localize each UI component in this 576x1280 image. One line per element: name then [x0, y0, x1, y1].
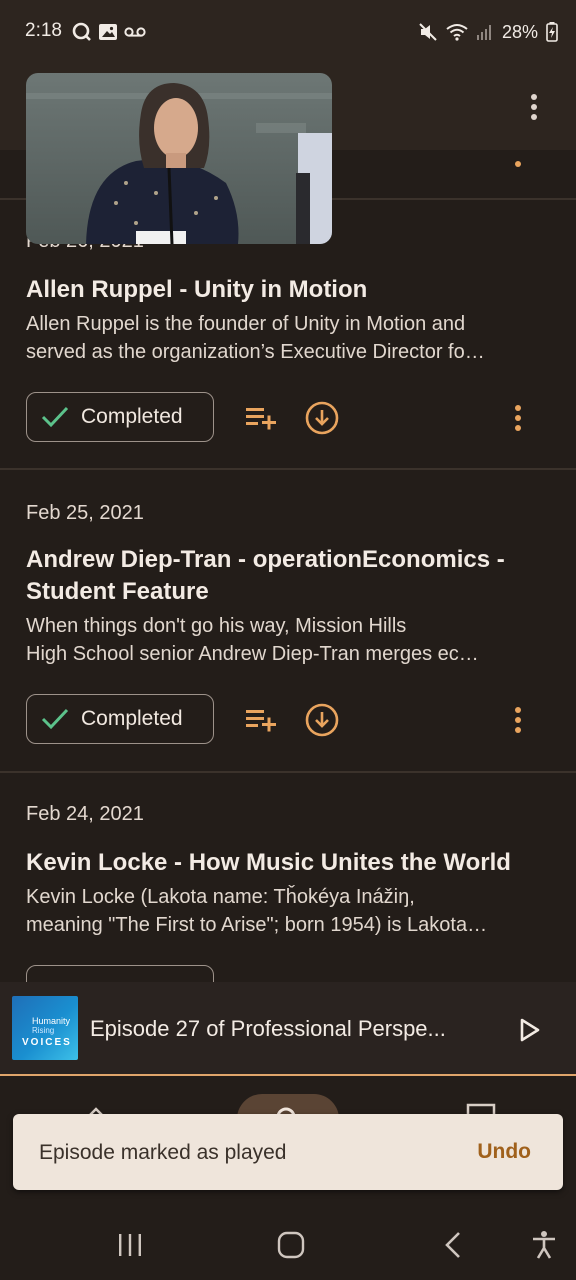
notification-icons	[72, 20, 146, 44]
wifi-icon	[446, 24, 468, 41]
episode-description-line: served as the organization’s Executive D…	[26, 341, 485, 363]
download-circle-icon	[305, 401, 339, 435]
completed-button[interactable]: Completed	[26, 694, 214, 744]
mini-player[interactable]: Humanity Rising VOICES Episode 27 of Pro…	[0, 982, 576, 1076]
mute-icon	[419, 23, 437, 41]
more-vert-icon	[515, 707, 521, 733]
episode-description-line: High School senior Andrew Diep-Tran merg…	[26, 643, 479, 665]
episode-description: When things don't go his way, Mission Hi…	[26, 612, 554, 668]
podcast-artwork: Humanity Rising VOICES	[12, 996, 78, 1060]
episode-item[interactable]: Feb 24, 2021 Kevin Locke - How Music Uni…	[0, 773, 576, 982]
back-button[interactable]	[433, 1225, 473, 1265]
playlist-add-icon	[246, 408, 276, 430]
more-options-button[interactable]	[498, 700, 538, 740]
episode-title[interactable]: Allen Ruppel - Unity in Motion	[26, 274, 550, 306]
home-button[interactable]	[271, 1225, 311, 1265]
snackbar: Episode marked as played Undo	[13, 1114, 563, 1190]
video-frame-image	[26, 73, 332, 244]
add-to-queue-button[interactable]	[240, 700, 280, 740]
recent-apps-button[interactable]	[110, 1225, 150, 1265]
episode-title-line: Student Feature	[26, 578, 209, 605]
voicemail-icon	[124, 27, 146, 37]
accessibility-icon	[533, 1231, 555, 1259]
episode-description-line: Kevin Locke (Lakota name: Tȟokéya Inážiŋ…	[26, 886, 415, 908]
play-button[interactable]	[512, 1012, 548, 1048]
episode-date: Feb 24, 2021	[26, 803, 144, 825]
episode-description-line: When things don't go his way, Mission Hi…	[26, 615, 407, 637]
more-vert-icon	[515, 405, 521, 431]
battery-level: 28%	[501, 21, 538, 42]
battery-icon	[546, 22, 558, 42]
system-status: 28%	[418, 20, 558, 44]
artwork-text: Humanity	[32, 1016, 71, 1026]
episode-date: Feb 25, 2021	[26, 502, 144, 524]
status-bar: 2:18 28%	[0, 0, 576, 64]
check-icon	[41, 406, 69, 428]
play-icon	[520, 1018, 540, 1042]
completed-button[interactable]	[26, 965, 214, 982]
episode-title[interactable]: Andrew Diep-Tran - operationEconomics - …	[26, 544, 550, 608]
download-circle-icon	[305, 703, 339, 737]
episode-description: Allen Ruppel is the founder of Unity in …	[26, 310, 554, 366]
more-vert-icon	[515, 161, 521, 167]
artwork-text: Rising	[32, 1026, 55, 1035]
episode-title-line: Andrew Diep-Tran - operationEconomics -	[26, 546, 505, 573]
signal-icon	[476, 25, 491, 40]
status-time: 2:18	[25, 20, 62, 41]
download-button[interactable]	[302, 700, 342, 740]
check-icon	[41, 708, 69, 730]
episode-description-line: Allen Ruppel is the founder of Unity in …	[26, 313, 466, 335]
completed-label: Completed	[81, 707, 183, 730]
gallery-icon	[99, 24, 117, 40]
snackbar-message: Episode marked as played	[39, 1141, 287, 1164]
completed-label: Completed	[81, 405, 183, 428]
home-circle-icon	[277, 1231, 305, 1259]
overflow-menu-button[interactable]	[514, 82, 554, 132]
download-button[interactable]	[302, 398, 342, 438]
completed-button[interactable]: Completed	[26, 392, 214, 442]
recents-icon	[119, 1234, 141, 1256]
episode-description: Kevin Locke (Lakota name: Tȟokéya Inážiŋ…	[26, 883, 554, 939]
undo-button[interactable]: Undo	[477, 1140, 531, 1164]
more-vert-icon	[531, 94, 537, 120]
q-app-icon	[72, 22, 91, 41]
pip-video-window[interactable]	[26, 73, 332, 244]
add-to-queue-button[interactable]	[240, 398, 280, 438]
episode-item[interactable]: Feb 25, 2021 Andrew Diep-Tran - operatio…	[0, 470, 576, 772]
accessibility-button[interactable]	[524, 1225, 564, 1265]
episode-title[interactable]: Kevin Locke - How Music Unites the World	[26, 847, 550, 879]
mini-player-title[interactable]: Episode 27 of Professional Perspe...	[90, 1016, 470, 1042]
playlist-add-icon	[246, 710, 276, 732]
back-arrow-icon	[445, 1232, 460, 1258]
more-options-button[interactable]	[498, 144, 538, 184]
artwork-text: VOICES	[22, 1037, 72, 1048]
more-options-button[interactable]	[498, 398, 538, 438]
episode-description-line: meaning "The First to Arise"; born 1954)…	[26, 914, 488, 936]
system-navigation-bar	[0, 1207, 576, 1280]
